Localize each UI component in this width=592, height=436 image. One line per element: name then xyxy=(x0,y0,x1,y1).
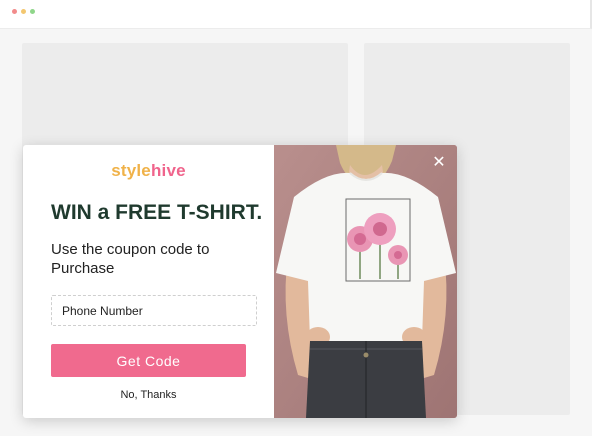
promo-popup: stylehive WIN a FREE T-SHIRT. Use the co… xyxy=(23,145,457,418)
popup-subline: Use the coupon code to Purchase xyxy=(51,241,210,277)
popup-headline: WIN a FREE T-SHIRT. xyxy=(51,201,263,224)
get-code-button[interactable]: Get Code xyxy=(51,344,246,377)
popup-product-image: ✕ xyxy=(274,145,457,418)
close-icon[interactable]: ✕ xyxy=(431,155,447,171)
browser-window: stylehive WIN a FREE T-SHIRT. Use the co… xyxy=(0,0,592,436)
browser-titlebar xyxy=(0,0,592,29)
window-close-dot[interactable] xyxy=(12,9,17,14)
phone-number-input[interactable] xyxy=(51,295,257,326)
no-thanks-link[interactable]: No, Thanks xyxy=(23,389,274,401)
tshirt-model-image xyxy=(274,145,457,418)
brand-logo-part1: style xyxy=(111,161,151,180)
window-maximize-dot[interactable] xyxy=(30,9,35,14)
brand-logo-part2: hive xyxy=(150,161,186,180)
popup-form-panel: stylehive WIN a FREE T-SHIRT. Use the co… xyxy=(23,145,274,418)
brand-logo: stylehive xyxy=(23,161,274,181)
window-minimize-dot[interactable] xyxy=(21,9,26,14)
